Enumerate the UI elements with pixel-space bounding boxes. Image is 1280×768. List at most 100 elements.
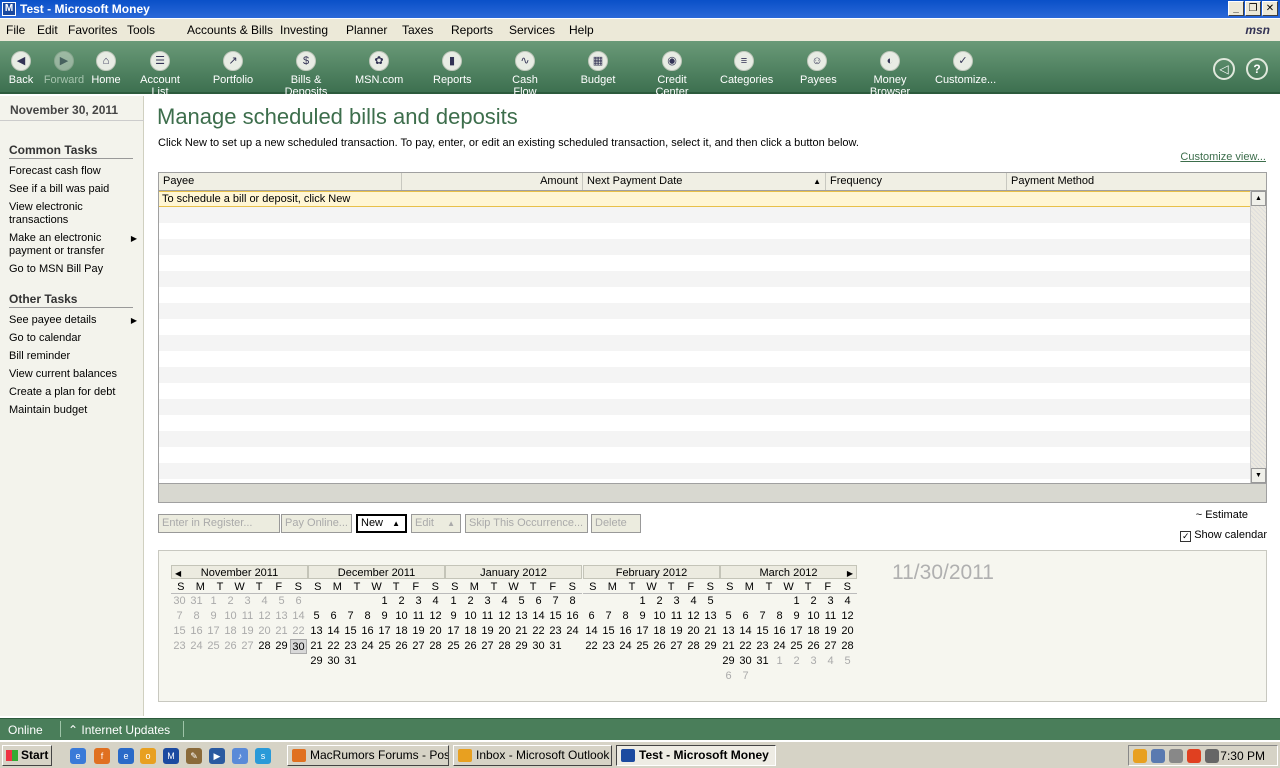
calendar-day[interactable]: 11 [410, 609, 427, 624]
itunes-icon[interactable]: ♪ [232, 748, 248, 764]
calendar-day[interactable]: 27 [410, 639, 427, 654]
task-view-electronic-transactions[interactable]: View electronic transactions [9, 201, 109, 227]
calendar-day[interactable]: 16 [188, 624, 205, 639]
toolbar-customize-button[interactable]: ✓ Customize... [935, 51, 996, 86]
calendar-day[interactable]: 3 [410, 594, 427, 609]
calendar-day[interactable]: 26 [462, 639, 479, 654]
toolbar-home-button[interactable]: ⌂ Home [90, 51, 122, 86]
media-player-icon[interactable]: ▶ [209, 748, 225, 764]
calendar-day[interactable]: 13 [308, 624, 325, 639]
calendar-day[interactable]: 30 [325, 654, 342, 669]
toolbar-back-button[interactable]: ◀ Back [8, 51, 34, 86]
toolbar-payees-button[interactable]: ☺ Payees [800, 51, 837, 86]
calendar-day[interactable]: 1 [376, 594, 393, 609]
calendar-day[interactable]: 11 [239, 609, 256, 624]
task-go-to-msn-bill-pay[interactable]: Go to MSN Bill Pay [9, 263, 133, 276]
calendar-day[interactable]: 6 [530, 594, 547, 609]
calendar-day[interactable]: 29 [308, 654, 325, 669]
column-next-payment-date[interactable]: Next Payment Date ▲ [583, 173, 826, 190]
calendar-day[interactable]: 24 [771, 639, 788, 654]
calendar-day[interactable]: 2 [651, 594, 668, 609]
calendar-day[interactable]: 30 [171, 594, 188, 609]
calendar-day[interactable]: 7 [342, 609, 359, 624]
money-icon[interactable]: M [163, 748, 179, 764]
calendar-day[interactable]: 20 [685, 624, 702, 639]
calendar-day[interactable]: 4 [839, 594, 856, 609]
network-icon[interactable] [1151, 749, 1165, 763]
calendar-day[interactable]: 8 [188, 609, 205, 624]
menu-favorites[interactable]: Favorites [68, 23, 117, 37]
calendar-day[interactable]: 15 [342, 624, 359, 639]
calendar-day[interactable]: 2 [393, 594, 410, 609]
column-amount[interactable]: Amount [402, 173, 583, 190]
calendar-day[interactable]: 11 [822, 609, 839, 624]
menu-services[interactable]: Services [509, 23, 555, 37]
calendar-day[interactable]: 10 [462, 609, 479, 624]
task-outlook[interactable]: Inbox - Microsoft Outlook [453, 745, 612, 766]
calendar-day[interactable]: 20 [427, 624, 444, 639]
money-app-icon[interactable]: M [2, 2, 16, 16]
calendar-day[interactable]: 27 [822, 639, 839, 654]
column-payee[interactable]: Payee [159, 173, 402, 190]
calendar-day[interactable]: 6 [325, 609, 342, 624]
calendar-day[interactable]: 2 [788, 654, 805, 669]
calendar-day[interactable]: 31 [547, 639, 564, 654]
calendar-day[interactable]: 18 [393, 624, 410, 639]
calendar-day[interactable]: 5 [720, 609, 737, 624]
calendar-day[interactable]: 13 [513, 609, 530, 624]
menu-edit[interactable]: Edit [37, 23, 58, 37]
calendar-day[interactable]: 19 [668, 624, 685, 639]
calendar-day[interactable]: 19 [410, 624, 427, 639]
calendar-day[interactable]: 3 [668, 594, 685, 609]
calendar-day[interactable]: 1 [771, 654, 788, 669]
skype-icon[interactable]: s [255, 748, 271, 764]
toolbar-bills-deposits-button[interactable]: $ Bills & Deposits [270, 51, 342, 98]
grid-body[interactable]: To schedule a bill or deposit, click New [159, 191, 1250, 483]
start-button[interactable]: Start [2, 745, 52, 766]
ie-alt-icon[interactable]: e [118, 748, 134, 764]
internet-updates[interactable]: ⌃ Internet Updates [68, 723, 170, 737]
calendar-day[interactable]: 1 [788, 594, 805, 609]
task-maintain-budget[interactable]: Maintain budget [9, 404, 133, 417]
calendar-day[interactable]: 26 [805, 639, 822, 654]
calendar-day[interactable]: 27 [668, 639, 685, 654]
calendar-day[interactable]: 12 [685, 609, 702, 624]
calendar-day[interactable]: 23 [342, 639, 359, 654]
calendar-day[interactable]: 16 [564, 609, 581, 624]
calendar-day[interactable]: 14 [325, 624, 342, 639]
calendar-day[interactable]: 21 [702, 624, 719, 639]
calendar-day[interactable]: 28 [256, 639, 273, 654]
calendar-day[interactable]: 24 [564, 624, 581, 639]
calendar-day[interactable]: 25 [634, 639, 651, 654]
task-create-debt-plan[interactable]: Create a plan for debt [9, 386, 133, 399]
calendar-day[interactable]: 5 [273, 594, 290, 609]
paint-icon[interactable]: ✎ [186, 748, 202, 764]
menu-investing[interactable]: Investing [280, 23, 328, 37]
calendar-day[interactable]: 8 [564, 594, 581, 609]
calendar-day[interactable]: 29 [702, 639, 719, 654]
calendar-day[interactable]: 29 [273, 639, 290, 654]
calendar-day[interactable]: 25 [445, 639, 462, 654]
calendar-day[interactable]: 7 [547, 594, 564, 609]
toolbar-money-browser-button[interactable]: ◐ Money Browser [855, 51, 925, 98]
calendar-day[interactable]: 14 [290, 609, 307, 624]
grid-scrollbar[interactable]: ▲ ▼ [1250, 191, 1266, 483]
calendar-day[interactable]: 23 [600, 639, 617, 654]
calendar-day[interactable]: 21 [720, 639, 737, 654]
calendar-day[interactable]: 18 [462, 624, 479, 639]
menu-file[interactable]: File [6, 23, 25, 37]
calendar-day[interactable]: 27 [479, 639, 496, 654]
calendar-day[interactable]: 24 [359, 639, 376, 654]
calendar-day[interactable]: 26 [393, 639, 410, 654]
calendar-day[interactable]: 22 [325, 639, 342, 654]
task-see-bill-paid[interactable]: See if a bill was paid [9, 183, 133, 196]
calendar-day[interactable]: 13 [273, 609, 290, 624]
task-view-current-balances[interactable]: View current balances [9, 368, 133, 381]
calendar-day[interactable]: 9 [634, 609, 651, 624]
calendar-day[interactable]: 21 [513, 624, 530, 639]
task-go-to-calendar[interactable]: Go to calendar [9, 332, 133, 345]
menu-taxes[interactable]: Taxes [402, 23, 433, 37]
calendar-day[interactable]: 4 [427, 594, 444, 609]
calendar-day[interactable]: 19 [822, 624, 839, 639]
task-see-payee-details[interactable]: See payee details ▶ [9, 314, 137, 327]
